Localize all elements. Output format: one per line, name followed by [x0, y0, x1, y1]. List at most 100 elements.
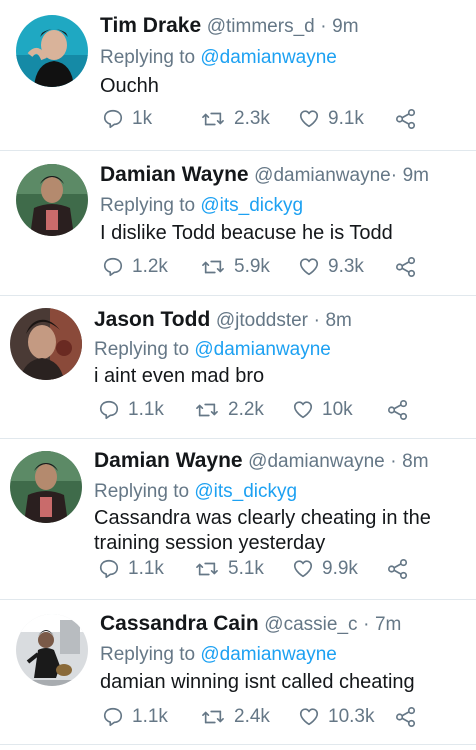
share-icon — [396, 707, 416, 727]
retweet-icon — [196, 403, 218, 417]
separator-dot: · — [390, 451, 397, 472]
reply-button[interactable]: 1.2k — [102, 254, 168, 280]
avatar[interactable] — [16, 15, 88, 87]
replying-to-label: Replying to — [94, 339, 190, 360]
reply-icon — [103, 257, 123, 277]
separator-dot: · — [390, 165, 398, 186]
retweet-button[interactable]: 5.9k — [200, 254, 270, 280]
retweet-count: 2.2k — [228, 399, 264, 420]
reply-count: 1.1k — [132, 706, 168, 727]
replying-to-link[interactable]: @damianwayne — [200, 644, 337, 665]
tweet-text: i aint even mad bro — [94, 365, 265, 387]
retweet-count: 5.1k — [228, 558, 264, 579]
timestamp[interactable]: 9m — [332, 16, 358, 37]
reply-count: 1.1k — [128, 558, 164, 579]
tweet-text: Ouchh — [100, 75, 159, 97]
timestamp[interactable]: 7m — [375, 614, 401, 635]
replying-to-label: Replying to — [100, 47, 196, 68]
reply-count: 1.1k — [128, 399, 164, 420]
display-name[interactable]: Tim Drake — [100, 14, 201, 37]
avatar[interactable] — [10, 308, 82, 380]
reply-count: 1.2k — [132, 256, 168, 277]
separator-dot: · — [313, 310, 320, 331]
share-button[interactable] — [395, 106, 425, 132]
like-button[interactable]: 9.3k — [298, 254, 364, 280]
retweet-button[interactable]: 2.2k — [194, 397, 264, 423]
tweet[interactable]: Damian Wayne @damianwayne· 9m Replying t… — [0, 151, 476, 295]
like-count: 9.1k — [328, 108, 364, 129]
like-count: 9.3k — [328, 256, 364, 277]
avatar[interactable] — [16, 164, 88, 236]
replying-to: Replying to @its_dickyg — [100, 194, 303, 218]
reply-count: 1k — [132, 108, 153, 129]
share-button[interactable] — [387, 556, 417, 582]
like-icon — [299, 258, 319, 276]
replying-to: Replying to @its_dickyg — [94, 480, 297, 504]
tweet[interactable]: Tim Drake @timmers_d · 9m Replying to @d… — [0, 0, 476, 150]
divider — [0, 744, 476, 745]
avatar[interactable] — [16, 614, 88, 686]
display-name[interactable]: Cassandra Cain — [100, 612, 259, 635]
replying-to: Replying to @damianwayne — [100, 643, 337, 667]
retweet-icon — [202, 710, 224, 724]
timestamp[interactable]: 8m — [402, 451, 428, 472]
replying-to: Replying to @damianwayne — [94, 338, 331, 362]
like-button[interactable]: 10k — [292, 397, 353, 423]
like-count: 9.9k — [322, 558, 358, 579]
share-button[interactable] — [387, 397, 417, 423]
username[interactable]: @jtoddster — [216, 310, 308, 331]
separator-dot: · — [320, 16, 327, 37]
username[interactable]: @cassie_c — [264, 614, 357, 635]
tweet[interactable]: Jason Todd @jtoddster · 8m Replying to @… — [0, 296, 476, 438]
display-name[interactable]: Damian Wayne — [94, 449, 243, 472]
reply-button[interactable]: 1.1k — [98, 556, 164, 582]
like-icon — [293, 401, 313, 419]
retweet-button[interactable]: 2.3k — [200, 106, 270, 132]
replying-to-link[interactable]: @its_dickyg — [200, 195, 303, 216]
like-icon — [299, 708, 319, 726]
tweet-actions: 1.1k 2.2k 10k — [96, 397, 426, 423]
like-count: 10.3k — [328, 706, 375, 727]
share-button[interactable] — [395, 704, 425, 730]
replying-to: Replying to @damianwayne — [100, 46, 337, 70]
display-name[interactable]: Damian Wayne — [100, 163, 249, 186]
tweet-text: I dislike Todd beacuse he is Todd — [100, 222, 393, 244]
retweet-icon — [202, 260, 224, 274]
tweet-actions: 1.1k 5.1k 9.9k — [96, 556, 426, 582]
timestamp[interactable]: 9m — [403, 165, 429, 186]
like-count: 10k — [322, 399, 353, 420]
like-button[interactable]: 9.9k — [292, 556, 358, 582]
retweet-button[interactable]: 5.1k — [194, 556, 264, 582]
replying-to-label: Replying to — [94, 481, 190, 502]
display-name[interactable]: Jason Todd — [94, 308, 210, 331]
share-icon — [396, 257, 416, 277]
reply-button[interactable]: 1.1k — [98, 397, 164, 423]
retweet-icon — [196, 562, 218, 576]
reply-icon — [99, 400, 119, 420]
tweet-actions: 1.1k 2.4k 10.3k — [100, 704, 430, 730]
replying-to-label: Replying to — [100, 195, 196, 216]
timestamp[interactable]: 8m — [325, 310, 351, 331]
reply-icon — [103, 109, 123, 129]
retweet-button[interactable]: 2.4k — [200, 704, 270, 730]
tweet[interactable]: Damian Wayne @damianwayne · 8m Replying … — [0, 439, 476, 599]
reply-button[interactable]: 1.1k — [102, 704, 168, 730]
reply-icon — [99, 559, 119, 579]
avatar[interactable] — [10, 451, 82, 523]
like-button[interactable]: 10.3k — [298, 704, 374, 730]
tweet-actions: 1.2k 5.9k 9.3k — [100, 254, 430, 280]
share-button[interactable] — [395, 254, 425, 280]
tweet-text: Cassandra was clearly cheating in the tr… — [94, 507, 431, 554]
retweet-count: 2.4k — [234, 706, 270, 727]
like-button[interactable]: 9.1k — [298, 106, 364, 132]
replying-to-link[interactable]: @damianwayne — [194, 339, 331, 360]
username[interactable]: @timmers_d — [207, 16, 315, 37]
reply-button[interactable]: 1k — [102, 106, 152, 132]
replying-to-link[interactable]: @its_dickyg — [194, 481, 297, 502]
replying-to-link[interactable]: @damianwayne — [200, 47, 337, 68]
tweet[interactable]: Cassandra Cain @cassie_c · 7m Replying t… — [0, 600, 476, 750]
username[interactable]: @damianwayne — [254, 165, 391, 186]
tweet-actions: 1k 2.3k 9.1k — [100, 106, 430, 132]
like-icon — [299, 110, 319, 128]
username[interactable]: @damianwayne — [248, 451, 385, 472]
